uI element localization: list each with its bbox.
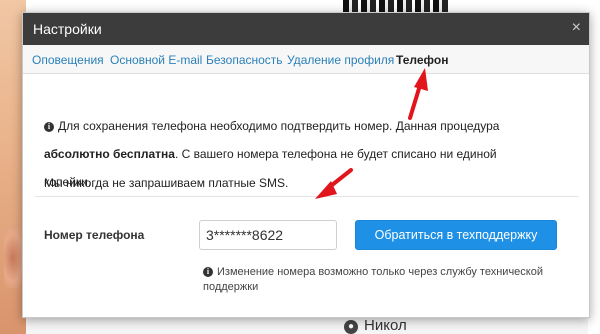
phone-change-hint: i Изменение номера возможно только через … <box>203 265 573 295</box>
phone-input[interactable] <box>199 220 337 250</box>
map-pin-icon: ● <box>344 320 358 334</box>
tab-security[interactable]: Безопасность <box>206 53 283 67</box>
settings-tabs: Оповещения Основной E-mail Безопасность … <box>23 45 589 74</box>
dialog-title: Настройки <box>33 21 102 37</box>
background-photo-top <box>343 0 448 12</box>
contact-support-button[interactable]: Обратиться в техподдержку <box>355 220 557 250</box>
info-icon: i <box>44 122 54 132</box>
close-icon[interactable]: × <box>572 19 581 37</box>
dialog-header: Настройки × <box>23 13 589 45</box>
tab-main-email[interactable]: Основной E-mail <box>110 53 202 67</box>
notice-line-1: Для сохранения телефона необходимо подтв… <box>58 119 500 133</box>
divider <box>35 196 579 197</box>
profile-name-fragment: Никол <box>364 317 407 334</box>
hint-text: Изменение номера возможно только через с… <box>203 266 543 293</box>
notice-bold-text: абсолютно бесплатна <box>44 147 175 161</box>
tab-delete-profile[interactable]: Удаление профиля <box>287 53 394 67</box>
info-icon: i <box>203 267 213 277</box>
tab-notifications[interactable]: Оповещения <box>32 53 104 67</box>
background-profile-bar: ● Никол <box>26 318 588 334</box>
tab-phone[interactable]: Телефон <box>396 53 448 67</box>
settings-dialog: Настройки × Оповещения Основной E-mail Б… <box>22 12 590 318</box>
phone-label: Номер телефона <box>44 228 145 242</box>
notice-line-3: Мы никогда не запрашиваем платные SMS. <box>44 176 289 190</box>
